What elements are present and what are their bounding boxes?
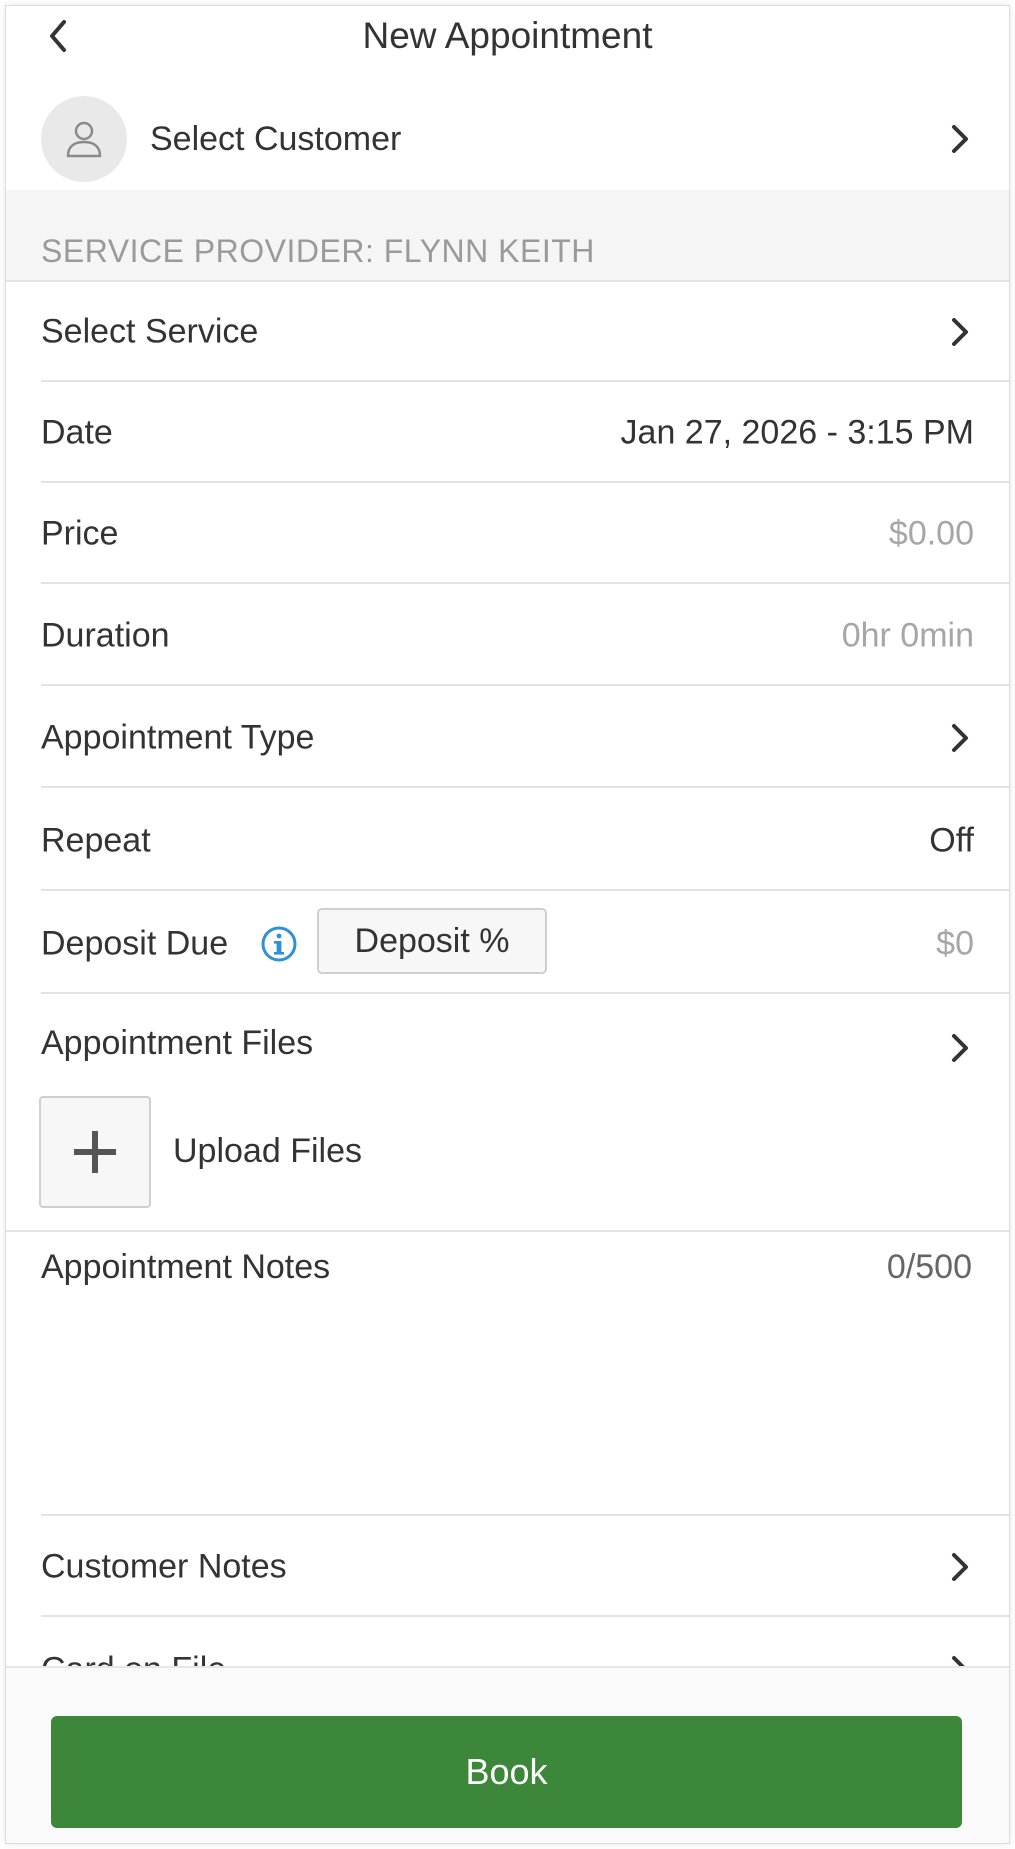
deposit-due-label: Deposit Due bbox=[41, 924, 229, 962]
chevron-right-icon bbox=[945, 314, 975, 350]
divider bbox=[41, 992, 1009, 994]
appointment-files-section: Appointment Files Upload Files bbox=[6, 996, 1009, 1232]
appointment-notes-textarea[interactable] bbox=[41, 1300, 974, 1506]
service-provider-header: SERVICE PROVIDER: FLYNN KEITH bbox=[6, 190, 1009, 282]
chevron-right-icon[interactable] bbox=[945, 1030, 975, 1066]
select-customer-label: Select Customer bbox=[150, 120, 402, 158]
customer-notes-label: Customer Notes bbox=[41, 1547, 287, 1585]
appointment-type-label: Appointment Type bbox=[41, 718, 315, 756]
notes-char-count: 0/500 bbox=[886, 1248, 972, 1286]
service-provider-label: SERVICE PROVIDER: FLYNN KEITH bbox=[41, 233, 595, 269]
book-button[interactable]: Book bbox=[51, 1716, 962, 1828]
appointment-files-label: Appointment Files bbox=[41, 1024, 314, 1062]
price-label: Price bbox=[41, 514, 119, 552]
header: New Appointment bbox=[6, 6, 1009, 64]
divider bbox=[41, 889, 1009, 891]
divider bbox=[41, 684, 1009, 686]
duration-label: Duration bbox=[41, 616, 170, 654]
duration-row: Duration 0hr 0min bbox=[6, 585, 1009, 686]
footer-bar: Book bbox=[6, 1666, 1009, 1843]
select-service-label: Select Service bbox=[41, 312, 259, 350]
plus-icon bbox=[74, 1131, 116, 1173]
chevron-right-icon bbox=[945, 720, 975, 756]
price-input[interactable]: $0.00 bbox=[889, 514, 974, 553]
repeat-row[interactable]: Repeat Off bbox=[6, 790, 1009, 891]
page-title: New Appointment bbox=[362, 15, 653, 56]
upload-files-label: Upload Files bbox=[173, 1132, 362, 1170]
divider bbox=[41, 786, 1009, 788]
select-service-row[interactable]: Select Service bbox=[6, 281, 1009, 382]
chevron-right-icon bbox=[945, 1549, 975, 1585]
deposit-due-row: Deposit Due Deposit % $0 bbox=[6, 893, 1009, 994]
price-row: Price $0.00 bbox=[6, 483, 1009, 584]
date-value: Jan 27, 2026 - 3:15 PM bbox=[620, 413, 974, 451]
repeat-label: Repeat bbox=[41, 821, 151, 859]
customer-notes-row[interactable]: Customer Notes bbox=[6, 1516, 1009, 1617]
deposit-percent-button[interactable]: Deposit % bbox=[317, 908, 547, 974]
person-icon bbox=[66, 121, 102, 158]
divider bbox=[41, 1615, 1009, 1617]
repeat-value: Off bbox=[929, 821, 974, 859]
app-frame: New Appointment Select Customer SERVICE … bbox=[6, 6, 1009, 1843]
deposit-amount-input[interactable]: $0 bbox=[936, 924, 974, 963]
info-icon[interactable] bbox=[260, 925, 298, 963]
date-row[interactable]: Date Jan 27, 2026 - 3:15 PM bbox=[6, 382, 1009, 483]
upload-files-button[interactable] bbox=[39, 1096, 151, 1208]
select-customer-row[interactable]: Select Customer bbox=[6, 88, 1009, 192]
chevron-right-icon bbox=[945, 121, 975, 157]
avatar bbox=[41, 96, 127, 182]
duration-input[interactable]: 0hr 0min bbox=[842, 616, 974, 655]
appointment-notes-label: Appointment Notes bbox=[41, 1248, 331, 1286]
appointment-notes-section: Appointment Notes 0/500 bbox=[6, 1230, 1009, 1516]
date-label: Date bbox=[41, 413, 113, 451]
appointment-type-row[interactable]: Appointment Type bbox=[6, 687, 1009, 788]
divider bbox=[41, 582, 1009, 584]
